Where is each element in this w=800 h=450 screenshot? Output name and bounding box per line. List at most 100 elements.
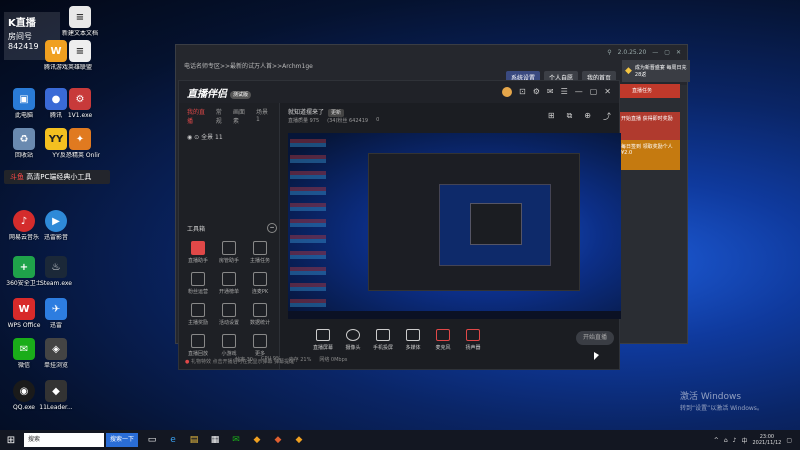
- search-button[interactable]: 搜索一下: [106, 433, 139, 447]
- outer-version: 2.0.25.20: [617, 48, 647, 56]
- desktop-notification[interactable]: 斗鱼 高清PC端经典小工具: [4, 170, 110, 184]
- signin-box[interactable]: 每日签到 领取奖励个人 ¥2.0: [618, 140, 680, 170]
- tool-icon: [222, 303, 236, 317]
- desktop-icon-cs[interactable]: ✦ 反恐精英 Online: [60, 128, 100, 159]
- start-live-button[interactable]: 开始直播: [576, 331, 614, 345]
- tool-label: 粉丝运营: [187, 289, 208, 295]
- layers-icon[interactable]: ⧉: [567, 111, 573, 122]
- task-view-icon[interactable]: ▭: [146, 435, 158, 445]
- desktop-icon-leader[interactable]: ◆ 11Leader...: [36, 380, 76, 411]
- desktop-icon-lol[interactable]: ≡ 英雄联盟: [60, 40, 100, 71]
- avatar[interactable]: [501, 87, 512, 97]
- toolbox-grid: 直播助手 房管助手 主播任务粉丝运营 开通榜单 连麦PK 主播奖励 活动设置 数据统计直播回放…: [183, 241, 275, 357]
- desktop-icon-browser[interactable]: ◈ 单挂浏览: [36, 338, 76, 369]
- reward-box[interactable]: 开始直播 获得即时奖励: [618, 112, 680, 140]
- scene-item[interactable]: ◉ ⊙ 全景 11: [179, 129, 279, 144]
- logo-tag: 测试版: [230, 90, 252, 99]
- notification-icon[interactable]: ▢: [786, 437, 792, 444]
- live-preview[interactable]: [288, 133, 621, 319]
- clock-date: 2021/11/12: [752, 440, 782, 446]
- diamond-icon: ◆: [625, 66, 632, 76]
- chevron-up-icon[interactable]: ^: [714, 437, 719, 444]
- microphone-button[interactable]: 麦克风: [428, 329, 458, 351]
- minimize-icon[interactable]: —: [575, 87, 583, 97]
- microphone-icon: [436, 329, 450, 341]
- volume-icon[interactable]: ♪: [733, 437, 737, 444]
- preview-taskbar: [288, 311, 621, 319]
- monitor-icon: [316, 329, 330, 341]
- tab-general[interactable]: 常规: [216, 107, 227, 125]
- tool-icon: [191, 303, 205, 317]
- close-icon[interactable]: ✕: [676, 49, 681, 56]
- promo-banner[interactable]: ◆ 成为新晋盛宴 每周日充28返: [622, 60, 690, 82]
- tool-item[interactable]: 连麦PK: [245, 272, 275, 295]
- phone-icon: [376, 329, 390, 341]
- tool-item[interactable]: 粉丝运营: [183, 272, 213, 295]
- explorer-icon[interactable]: ▤: [188, 435, 200, 445]
- mail-icon[interactable]: ✉: [547, 87, 554, 97]
- desktop-icon-exe[interactable]: ⚙ 1V1.exe: [60, 88, 100, 119]
- game-icon[interactable]: ◆: [251, 435, 263, 445]
- tool-item[interactable]: 开通榜单: [214, 272, 244, 295]
- edge-icon[interactable]: e: [167, 435, 179, 445]
- tool-item[interactable]: 主播任务: [245, 241, 275, 264]
- maximize-icon[interactable]: ▢: [664, 49, 670, 56]
- windows-start-icon[interactable]: ⊞: [0, 435, 22, 446]
- eye-icon[interactable]: ◉: [187, 134, 192, 141]
- menu-icon[interactable]: ☰: [561, 87, 568, 97]
- alert-icon: ●: [185, 359, 190, 365]
- tab-materials[interactable]: 画面素: [233, 107, 250, 125]
- tool-item[interactable]: 主播奖励: [183, 303, 213, 326]
- tool-label: 主播奖励: [187, 320, 208, 326]
- tool-item[interactable]: 数据统计: [245, 303, 275, 326]
- speaker-icon: [466, 329, 480, 341]
- app-icon[interactable]: ◆: [272, 435, 284, 445]
- collapse-icon[interactable]: −: [267, 223, 277, 233]
- tool-item[interactable]: 小游戏: [214, 334, 244, 357]
- desktop-icon-steam[interactable]: ♨ Steam.exe: [36, 256, 76, 287]
- wps-icon: W: [13, 298, 35, 320]
- settings-icon[interactable]: ⚙: [533, 87, 540, 97]
- gift-icon[interactable]: ⊞: [548, 111, 555, 122]
- network-icon[interactable]: ⌂: [724, 437, 728, 444]
- header-icons: ⊡ ⚙ ✉ ☰ — ▢ ✕: [501, 87, 611, 97]
- store-icon[interactable]: ▦: [209, 435, 221, 445]
- maximize-icon[interactable]: ▢: [590, 87, 598, 97]
- live-app-icon[interactable]: ◆: [293, 435, 305, 445]
- tool-item[interactable]: 更多: [245, 334, 275, 357]
- link-icon[interactable]: ⊕: [584, 111, 591, 122]
- live-task-button[interactable]: 直播任务: [618, 84, 680, 98]
- share-icon[interactable]: ⤴: [603, 111, 611, 122]
- desktop-icon-player[interactable]: ▶ 迅雷影音: [36, 210, 76, 241]
- clock[interactable]: 23:00 2021/11/12: [753, 434, 782, 446]
- lock-icon[interactable]: ⊙: [194, 134, 199, 141]
- pin-icon[interactable]: ⚲: [607, 49, 611, 56]
- ime-icon[interactable]: 中: [741, 436, 747, 445]
- save-icon[interactable]: ⊡: [519, 87, 526, 97]
- tool-label: 数据统计: [249, 320, 270, 326]
- tool-item[interactable]: 房管助手: [214, 241, 244, 264]
- desktop-icon-txt[interactable]: ≡ 新建文本文档: [60, 6, 100, 37]
- document-icon: ≡: [69, 6, 91, 28]
- wechat-icon[interactable]: ✉: [230, 435, 242, 445]
- update-tag[interactable]: 更新: [328, 109, 345, 117]
- tool-item[interactable]: 直播助手: [183, 241, 213, 264]
- minimize-icon[interactable]: —: [652, 49, 658, 56]
- tool-label: 房管助手: [218, 258, 239, 264]
- camera-button[interactable]: 摄像头: [338, 329, 368, 351]
- tool-label: 开通榜单: [218, 289, 239, 295]
- tab-my-live[interactable]: 我的直播: [187, 107, 210, 125]
- tool-item[interactable]: 直播回放: [183, 334, 213, 357]
- close-icon[interactable]: ✕: [604, 87, 611, 97]
- media-button[interactable]: 多媒体: [398, 329, 428, 351]
- desktop-icon-thunder[interactable]: ✈ 迅雷: [36, 298, 76, 329]
- tab-scene[interactable]: 场景1: [256, 107, 271, 125]
- recycle-bin-icon: ♻: [13, 128, 35, 150]
- phone-cast-button[interactable]: 手机投屏: [368, 329, 398, 351]
- system-tray: ^ ⌂ ♪ 中 23:00 2021/11/12 ▢: [714, 430, 792, 450]
- steam-icon: ♨: [45, 256, 67, 278]
- screen-capture-button[interactable]: 直播屏幕: [308, 329, 338, 351]
- tool-item[interactable]: 活动设置: [214, 303, 244, 326]
- speaker-button[interactable]: 扬声器: [458, 329, 488, 351]
- search-input[interactable]: 搜索: [24, 433, 104, 447]
